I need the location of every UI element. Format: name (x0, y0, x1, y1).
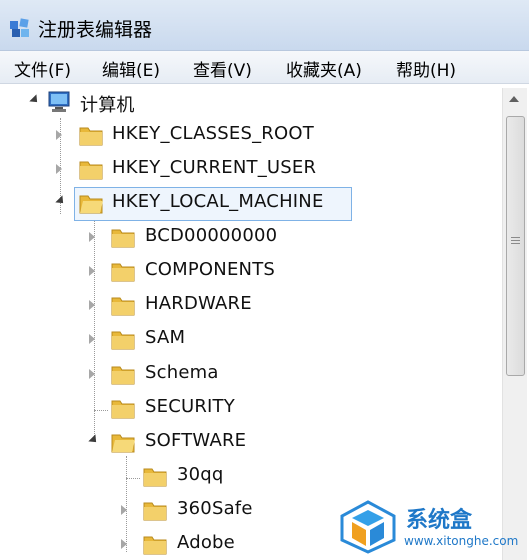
tree-node-adobe[interactable]: Adobe (0, 530, 330, 560)
folder-icon (143, 468, 167, 487)
folder-icon (143, 502, 167, 521)
expand-icon[interactable] (121, 539, 127, 549)
folder-icon (111, 400, 135, 419)
scrollbar-thumb[interactable] (506, 116, 525, 376)
brand-logo-icon (340, 500, 396, 554)
expand-icon[interactable] (89, 266, 95, 276)
tree-label: SAM (145, 327, 186, 348)
folder-open-icon (79, 195, 103, 214)
brand-name: 系统盒 (406, 508, 473, 533)
folder-icon (143, 536, 167, 555)
tree-label: BCD00000000 (145, 225, 278, 246)
tree-label: 30qq (177, 464, 224, 485)
tree-node-computer[interactable]: 计算机 (0, 88, 300, 118)
title-bar: 注册表编辑器 (0, 0, 529, 51)
expand-icon[interactable] (121, 505, 127, 515)
tree-node-schema[interactable]: Schema (0, 360, 360, 390)
collapse-icon[interactable] (55, 195, 67, 207)
tree-node-security[interactable]: SECURITY (0, 394, 360, 424)
folder-open-icon (111, 434, 135, 453)
collapse-icon[interactable] (88, 434, 100, 446)
folder-icon (79, 127, 103, 146)
registry-editor-icon (10, 18, 29, 37)
watermark: 系统盒 www.xitonghe.com (332, 496, 529, 560)
tree-label: 360Safe (177, 498, 253, 519)
tree-node-bcd[interactable]: BCD00000000 (0, 223, 360, 253)
tree-node-components[interactable]: COMPONENTS (0, 257, 360, 287)
expand-icon[interactable] (89, 334, 95, 344)
expand-icon[interactable] (56, 130, 62, 140)
tree-node-hkcr[interactable]: HKEY_CLASSES_ROOT (0, 121, 360, 151)
tree-label: Schema (145, 362, 219, 383)
tree-node-hkcu[interactable]: HKEY_CURRENT_USER (0, 155, 360, 185)
tree-label: Adobe (177, 532, 235, 553)
tree-node-hklm[interactable]: HKEY_LOCAL_MACHINE (0, 189, 360, 219)
tree-label: SECURITY (145, 396, 235, 417)
grip-line (511, 237, 520, 238)
menu-bar: 文件(F) 编辑(E) 查看(V) 收藏夹(A) 帮助(H) (0, 51, 529, 84)
tree-node-30qq[interactable]: 30qq (0, 462, 360, 492)
brand-url: www.xitonghe.com (404, 534, 519, 548)
folder-icon (111, 331, 135, 350)
collapse-icon[interactable] (29, 94, 41, 106)
tree-label: HARDWARE (145, 293, 252, 314)
tree-node-hardware[interactable]: HARDWARE (0, 291, 360, 321)
expand-icon[interactable] (89, 369, 95, 379)
vertical-scrollbar[interactable] (502, 88, 527, 560)
tree-node-360safe[interactable]: 360Safe (0, 496, 330, 526)
tree-label: 计算机 (80, 95, 135, 116)
grip-line (511, 243, 520, 244)
folder-icon (111, 297, 135, 316)
folder-icon (111, 229, 135, 248)
expand-icon[interactable] (56, 164, 62, 174)
menu-file[interactable]: 文件(F) (14, 56, 71, 81)
menu-edit[interactable]: 编辑(E) (102, 56, 160, 81)
tree-node-software[interactable]: SOFTWARE (0, 428, 360, 458)
tree-node-sam[interactable]: SAM (0, 325, 360, 355)
tree-label: HKEY_CURRENT_USER (112, 157, 317, 178)
menu-help[interactable]: 帮助(H) (396, 56, 456, 81)
tree-label: SOFTWARE (145, 430, 247, 451)
menu-favorites[interactable]: 收藏夹(A) (286, 56, 362, 81)
folder-icon (79, 161, 103, 180)
tree-label: HKEY_LOCAL_MACHINE (112, 191, 324, 212)
grip-line (511, 240, 520, 241)
folder-icon (111, 263, 135, 282)
tree-label: HKEY_CLASSES_ROOT (112, 123, 314, 144)
tree-label: COMPONENTS (145, 259, 276, 280)
expand-icon[interactable] (89, 232, 95, 242)
computer-icon (48, 91, 70, 112)
scroll-up-icon[interactable] (509, 96, 519, 102)
window-title: 注册表编辑器 (38, 19, 153, 41)
menu-view[interactable]: 查看(V) (193, 56, 252, 81)
expand-icon[interactable] (89, 300, 95, 310)
folder-icon (111, 366, 135, 385)
